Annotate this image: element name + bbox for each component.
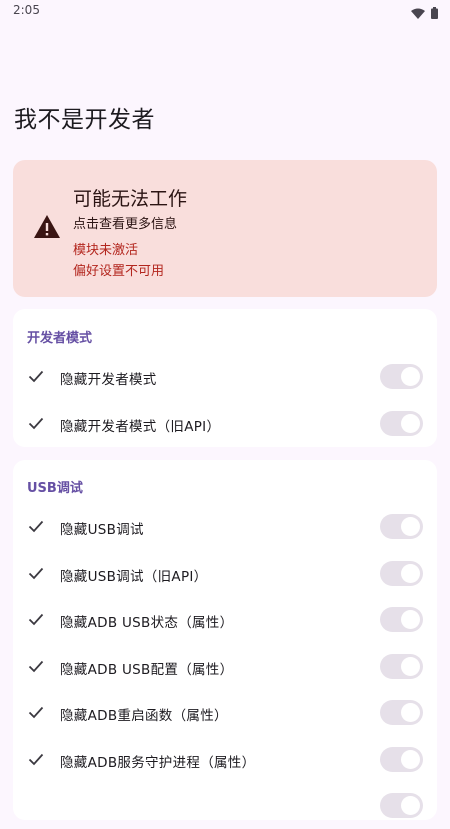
toggle-knob	[401, 610, 420, 629]
list-item-partial[interactable]	[13, 783, 437, 829]
warning-subtitle: 点击查看更多信息	[73, 217, 178, 232]
toggle-switch[interactable]	[380, 793, 423, 818]
warning-error-module: 模块未激活	[73, 243, 139, 258]
list-item[interactable]: 隐藏ADB USB配置（属性）	[13, 644, 437, 690]
toggle-switch[interactable]	[380, 561, 423, 586]
wifi-icon	[411, 4, 425, 23]
toggle-switch[interactable]	[380, 747, 423, 772]
toggle-switch[interactable]	[380, 700, 423, 725]
list-item-label: 隐藏ADB USB配置（属性）	[60, 662, 234, 678]
check-icon	[28, 611, 44, 631]
list-item[interactable]: 隐藏ADB重启函数（属性）	[13, 690, 437, 736]
list-item[interactable]: 隐藏ADB服务守护进程（属性）	[13, 737, 437, 783]
toggle-knob	[401, 750, 420, 769]
list-item-label: 隐藏USB调试（旧API）	[60, 569, 208, 585]
check-icon	[28, 565, 44, 585]
list-item[interactable]: 隐藏开发者模式	[13, 354, 437, 400]
toggle-knob	[401, 367, 420, 386]
toggle-switch[interactable]	[380, 514, 423, 539]
list-item-label: 隐藏ADB USB状态（属性）	[60, 615, 234, 631]
warning-triangle-icon	[34, 215, 60, 242]
check-icon	[28, 415, 44, 435]
toggle-switch[interactable]	[380, 607, 423, 632]
usb-debugging-group: USB调试 隐藏USB调试 隐藏USB调试（旧API） 隐藏ADB USB状态（…	[13, 460, 437, 820]
list-item-label: 隐藏开发者模式（旧API）	[60, 419, 221, 435]
list-item[interactable]: 隐藏开发者模式（旧API）	[13, 401, 437, 447]
toggle-knob	[401, 517, 420, 536]
list-item-label: 隐藏USB调试	[60, 522, 144, 538]
group-title: 开发者模式	[27, 331, 93, 346]
toggle-knob	[401, 564, 420, 583]
list-item-label: 隐藏ADB重启函数（属性）	[60, 708, 228, 724]
status-bar: 2:05	[0, 0, 450, 22]
check-icon	[28, 704, 44, 724]
toggle-switch[interactable]	[380, 364, 423, 389]
toggle-switch[interactable]	[380, 411, 423, 436]
check-icon	[28, 658, 44, 678]
group-title: USB调试	[27, 481, 83, 496]
page-title: 我不是开发者	[14, 107, 155, 133]
list-item-label: 隐藏ADB服务守护进程（属性）	[60, 755, 256, 771]
battery-icon	[431, 4, 438, 23]
status-time: 2:05	[13, 3, 40, 17]
list-item[interactable]: 隐藏USB调试（旧API）	[13, 551, 437, 597]
toggle-knob	[401, 796, 420, 815]
check-icon	[28, 751, 44, 771]
toggle-knob	[401, 414, 420, 433]
warning-title: 可能无法工作	[73, 188, 188, 210]
check-icon	[28, 368, 44, 388]
list-item-label: 隐藏开发者模式	[60, 372, 157, 388]
warning-error-prefs: 偏好设置不可用	[73, 264, 165, 279]
check-icon	[28, 518, 44, 538]
toggle-knob	[401, 657, 420, 676]
toggle-knob	[401, 703, 420, 722]
warning-card[interactable]: 可能无法工作 点击查看更多信息 模块未激活 偏好设置不可用	[13, 160, 437, 297]
developer-mode-group: 开发者模式 隐藏开发者模式 隐藏开发者模式（旧API）	[13, 309, 437, 447]
list-item[interactable]: 隐藏USB调试	[13, 504, 437, 550]
toggle-switch[interactable]	[380, 654, 423, 679]
list-item[interactable]: 隐藏ADB USB状态（属性）	[13, 597, 437, 643]
